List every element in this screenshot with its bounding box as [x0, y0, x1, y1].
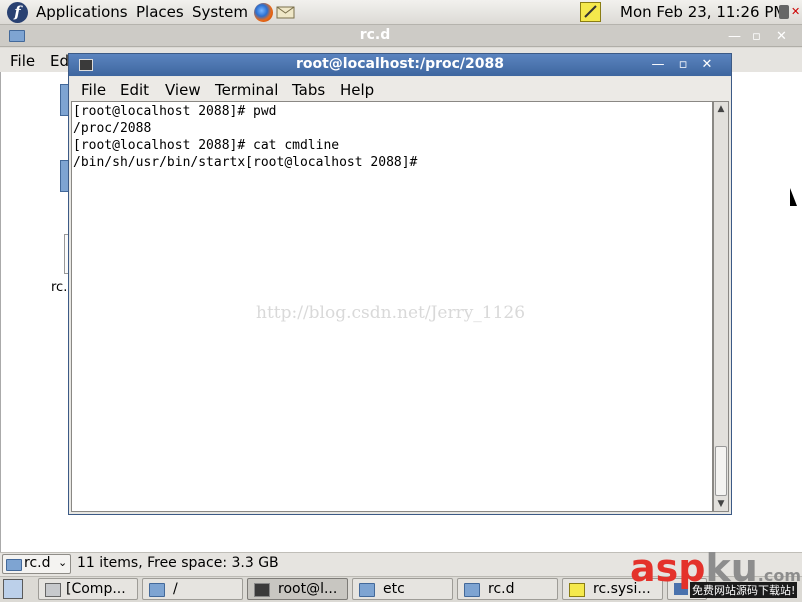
aspku-logo-subtitle: 免费网站源码下载站! — [690, 582, 798, 598]
notes-applet-icon[interactable] — [580, 2, 601, 22]
location-combo[interactable]: rc.d ⌄ — [2, 554, 71, 574]
nautilus-file-menu[interactable]: File — [10, 52, 35, 70]
taskbar-item-root-folder[interactable]: / — [142, 578, 243, 600]
terminal-tabs-menu[interactable]: Tabs — [292, 81, 325, 99]
places-menu[interactable]: Places — [136, 3, 184, 21]
maximize-icon[interactable]: ▫ — [752, 29, 761, 44]
system-menu[interactable]: System — [192, 3, 248, 21]
panel-clock[interactable]: Mon Feb 23, 11:26 PM — [620, 3, 786, 21]
folder-icon — [464, 583, 480, 597]
folder-icon — [6, 559, 22, 571]
terminal-help-menu[interactable]: Help — [340, 81, 374, 99]
terminal-output[interactable]: [root@localhost 2088]# pwd /proc/2088 [r… — [73, 103, 425, 171]
minimize-icon[interactable]: — — [728, 29, 741, 44]
scroll-down-icon[interactable]: ▼ — [713, 497, 729, 511]
taskbar-item-rcd[interactable]: rc.d — [457, 578, 558, 600]
network-disconnected-icon[interactable]: ✕ — [791, 6, 801, 18]
scrollbar-thumb[interactable] — [715, 446, 727, 496]
status-text: 11 items, Free space: 3.3 GB — [77, 555, 279, 571]
close-icon[interactable]: ✕ — [697, 57, 717, 73]
taskbar-item-computer[interactable]: [Comp... — [38, 578, 138, 600]
mail-icon[interactable] — [276, 4, 296, 20]
firefox-icon[interactable] — [254, 3, 273, 22]
text-editor-icon — [569, 583, 585, 597]
file-label: rc. — [51, 280, 68, 295]
close-icon[interactable]: ✕ — [776, 29, 787, 44]
maximize-icon[interactable]: ▫ — [673, 57, 693, 73]
terminal-icon — [254, 583, 270, 597]
taskbar-item-etc[interactable]: etc — [352, 578, 453, 600]
terminal-file-menu[interactable]: File — [81, 81, 106, 99]
mouse-pointer-icon — [790, 188, 801, 206]
terminal-window-title: root@localhost:/proc/2088 — [295, 56, 505, 72]
scroll-up-icon[interactable]: ▲ — [713, 102, 729, 116]
nautilus-window-title: rc.d — [359, 27, 391, 43]
taskbar-item-label: etc — [383, 581, 405, 597]
folder-icon — [149, 583, 165, 597]
terminal-view-menu[interactable]: View — [165, 81, 201, 99]
taskbar-item-terminal[interactable]: root@l... — [247, 578, 348, 600]
location-label: rc.d — [24, 555, 51, 571]
watermark-text: http://blog.csdn.net/Jerry_1126 — [256, 303, 526, 323]
terminal-edit-menu[interactable]: Edit — [120, 81, 149, 99]
folder-icon — [359, 583, 375, 597]
chevron-down-icon: ⌄ — [58, 556, 68, 569]
computer-icon — [45, 583, 61, 597]
minimize-icon[interactable]: — — [648, 57, 668, 73]
taskbar-item-label: root@l... — [278, 581, 338, 597]
taskbar-item-label: / — [173, 581, 178, 597]
volume-icon[interactable] — [779, 5, 789, 19]
fedora-logo-icon[interactable]: f — [7, 2, 28, 23]
terminal-terminal-menu[interactable]: Terminal — [215, 81, 278, 99]
taskbar-item-label: rc.d — [488, 581, 515, 597]
applications-menu[interactable]: Applications — [36, 3, 128, 21]
show-desktop-icon[interactable] — [3, 579, 23, 599]
taskbar-item-label: [Comp... — [66, 581, 126, 597]
